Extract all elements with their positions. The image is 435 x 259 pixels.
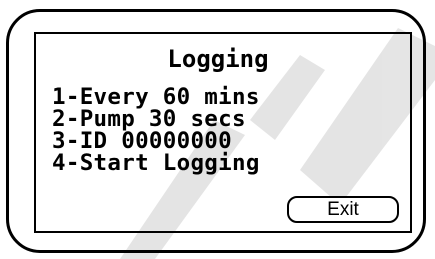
logging-menu: 1-Every 60 mins 2-Pump 30 secs 3-ID 0000… <box>52 86 392 175</box>
menu-item-logger-id[interactable]: 3-ID 00000000 <box>52 130 392 153</box>
menu-item-pump-duration[interactable]: 2-Pump 30 secs <box>52 108 392 131</box>
device-display: Logging 1-Every 60 mins 2-Pump 30 secs 3… <box>0 0 435 259</box>
exit-button[interactable]: Exit <box>287 196 399 223</box>
menu-item-start-logging[interactable]: 4-Start Logging <box>52 152 392 175</box>
page-title: Logging <box>167 45 269 73</box>
menu-item-logging-interval[interactable]: 1-Every 60 mins <box>52 86 392 109</box>
